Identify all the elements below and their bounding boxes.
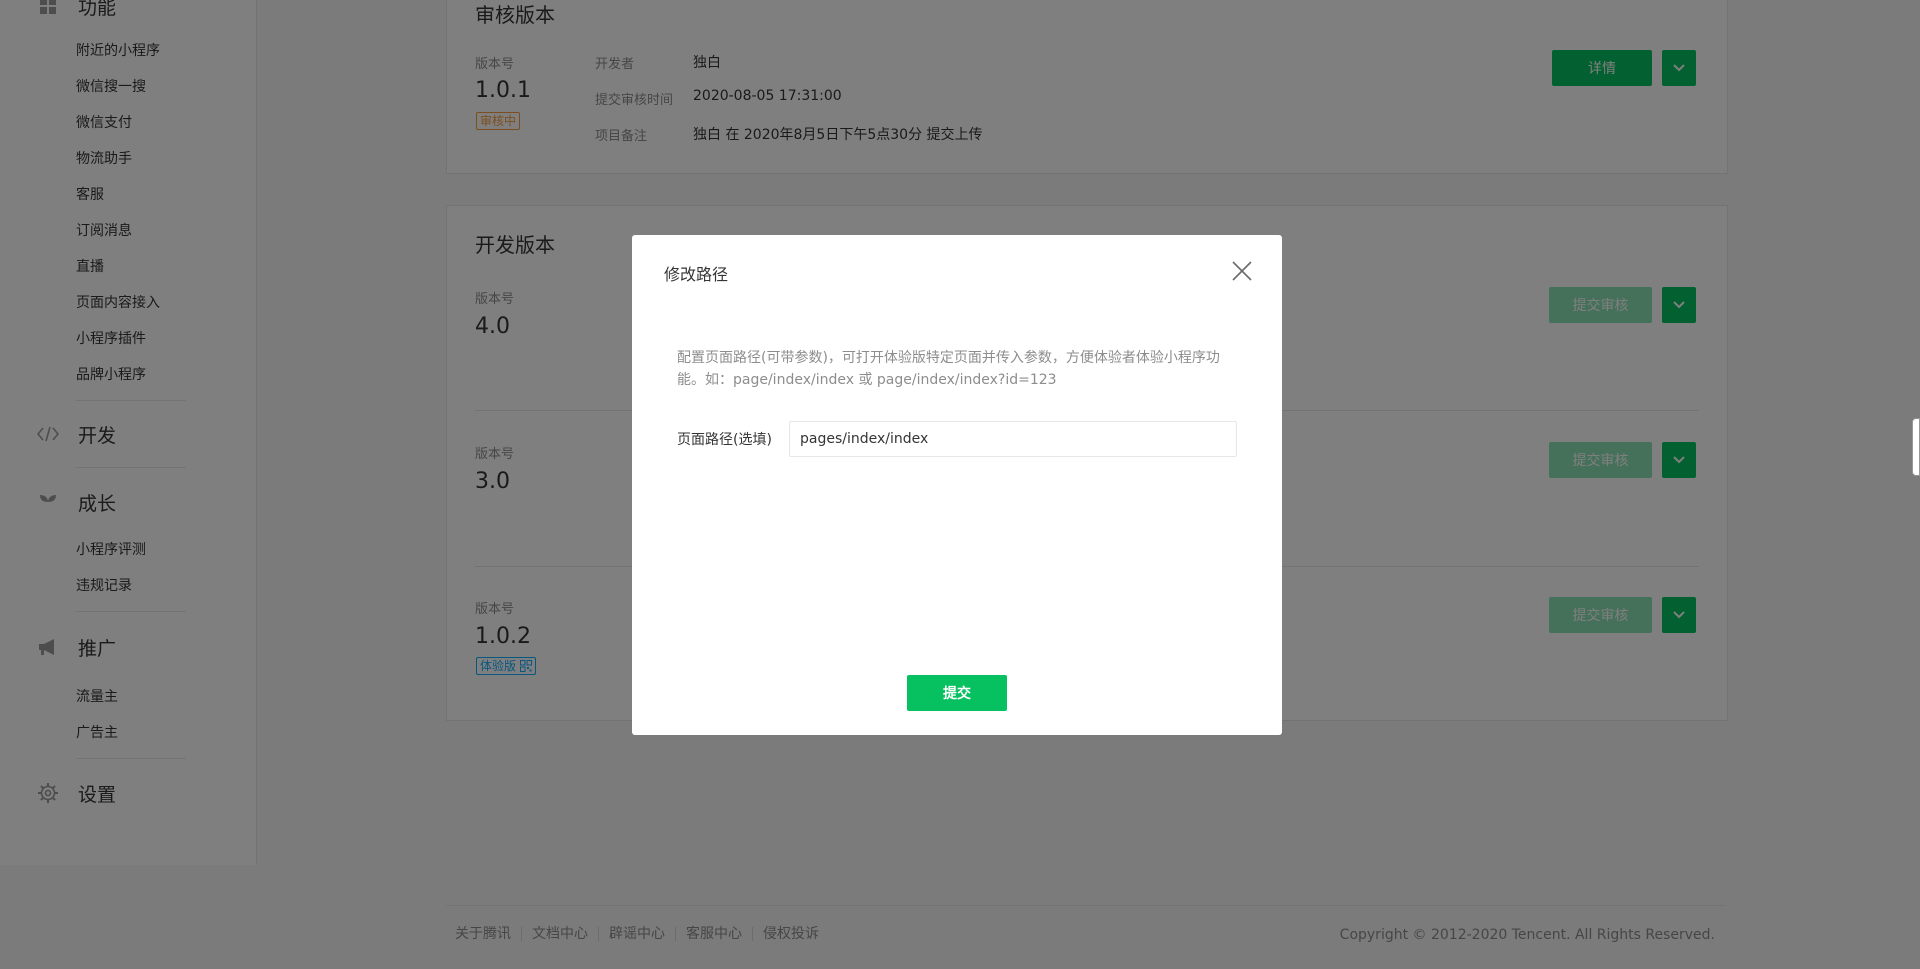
path-field-label: 页面路径(选填) xyxy=(677,432,772,448)
dialog-title: 修改路径 xyxy=(664,265,729,284)
side-scroll-handle[interactable] xyxy=(1912,418,1920,476)
submit-button[interactable]: 提交 xyxy=(907,675,1007,711)
dialog-description: 配置页面路径(可带参数)，可打开体验版特定页面并传入参数，方便体验者体验小程序功… xyxy=(677,350,1220,388)
edit-path-dialog: 修改路径 配置页面路径(可带参数)，可打开体验版特定页面并传入参数，方便体验者体… xyxy=(632,235,1282,735)
close-icon[interactable] xyxy=(1232,261,1252,281)
path-input[interactable] xyxy=(789,421,1237,457)
